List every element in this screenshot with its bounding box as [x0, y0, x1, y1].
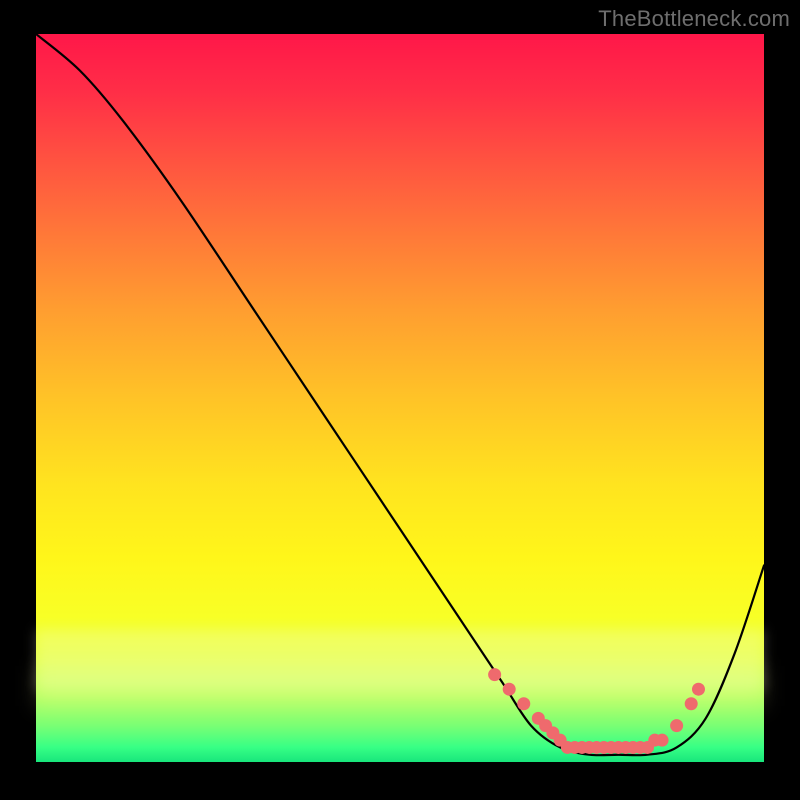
watermark-text: TheBottleneck.com	[598, 6, 790, 32]
chart-container: TheBottleneck.com	[0, 0, 800, 800]
optimal-point	[685, 697, 698, 710]
optimal-point	[670, 719, 683, 732]
optimal-point	[488, 668, 501, 681]
optimal-point	[517, 697, 530, 710]
chart-svg	[36, 34, 764, 762]
bottleneck-curve	[36, 34, 764, 755]
optimal-point	[656, 734, 669, 747]
optimal-point	[503, 683, 516, 696]
optimal-point	[692, 683, 705, 696]
